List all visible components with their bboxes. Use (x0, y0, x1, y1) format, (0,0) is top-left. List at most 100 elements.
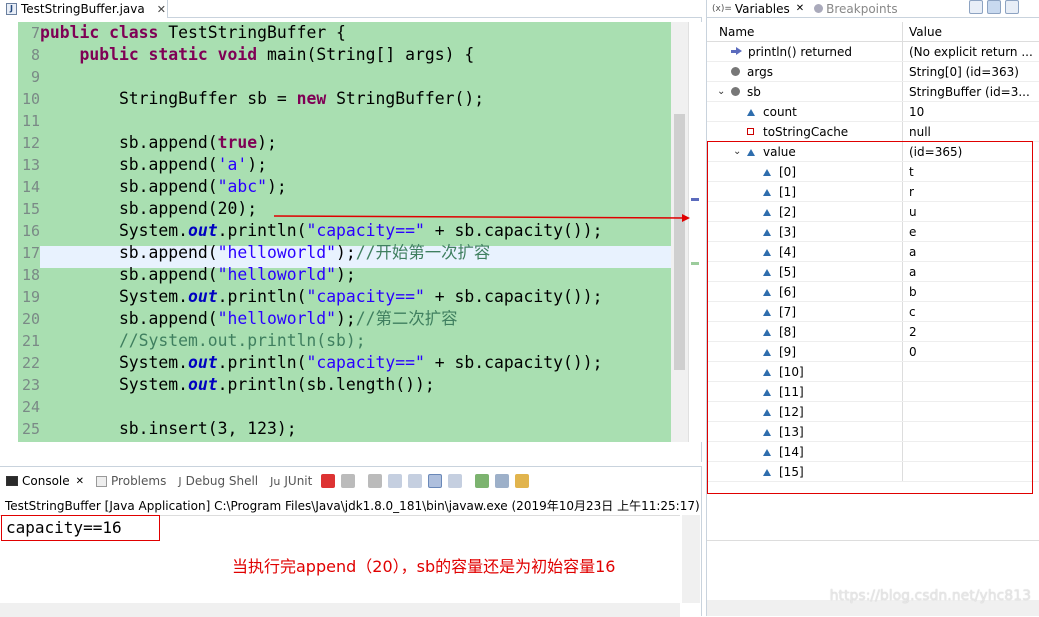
code-token: System. (40, 375, 189, 394)
view-menu-icon[interactable] (1023, 0, 1037, 14)
pin-console-icon[interactable] (475, 474, 490, 488)
value-array-highlight-box (707, 141, 1033, 494)
code-token: System. (40, 221, 189, 240)
tab-debug-shell-label: Debug Shell (185, 474, 259, 488)
line-number: 15 (21, 200, 40, 218)
code-line[interactable]: 20 sb.append("helloworld");//第二次扩容 (18, 308, 458, 330)
terminate-icon[interactable] (321, 474, 336, 488)
tab-debug-shell[interactable]: J Debug Shell (172, 467, 264, 495)
show-on-output-icon[interactable] (428, 474, 443, 488)
code-line[interactable]: 25 sb.insert(3, 123); (18, 418, 297, 440)
overview-marker[interactable] (691, 198, 699, 201)
line-number: 19 (21, 288, 40, 306)
tab-variables-label: Variables (734, 1, 790, 16)
variable-name: args (747, 64, 773, 79)
collapse-all-icon[interactable] (1005, 0, 1019, 14)
variables-toolbar (969, 0, 1037, 14)
variables-tab-bar: (x)= Variables ✕ Breakpoints (707, 0, 1039, 18)
debug-shell-icon: J (178, 474, 182, 488)
code-line[interactable]: 24 (18, 396, 40, 418)
code-token: out (188, 287, 218, 306)
code-token: sb.append( (40, 243, 218, 262)
code-editor[interactable]: 7public class TestStringBuffer {8 public… (18, 22, 671, 442)
show-logical-structure-icon[interactable] (987, 0, 1001, 14)
word-wrap-icon[interactable] (408, 474, 423, 488)
code-token: sb.append(20); (40, 199, 258, 218)
code-token: "helloworld" (217, 309, 337, 328)
code-token: ); (266, 177, 287, 196)
variable-row[interactable]: println() returned (No explicit return ..… (707, 42, 1039, 62)
column-name-header[interactable]: Name (707, 22, 903, 41)
problems-icon (96, 475, 108, 487)
code-line[interactable]: 13 sb.append('a'); (18, 154, 267, 176)
column-value-header[interactable]: Value (903, 22, 1039, 41)
editor-vertical-scrollbar[interactable] (671, 22, 688, 442)
code-token: main(String[] args) { (266, 45, 475, 64)
code-line[interactable]: 12 sb.append(true); (18, 132, 277, 154)
variables-icon: (x)= (712, 3, 732, 14)
clear-console-icon[interactable] (368, 474, 383, 488)
variable-value: String[0] (id=363) (909, 65, 1019, 79)
close-icon[interactable]: ✕ (796, 3, 804, 14)
code-line[interactable]: 16 System.out.println("capacity==" + sb.… (18, 220, 603, 242)
open-console-icon[interactable] (515, 474, 530, 488)
code-line[interactable]: 22 System.out.println("capacity==" + sb.… (18, 352, 603, 374)
variable-name: toStringCache (763, 124, 849, 139)
tab-breakpoints[interactable]: Breakpoints (809, 0, 902, 18)
code-line[interactable]: 7public class TestStringBuffer { (18, 22, 346, 44)
code-line[interactable]: 15 sb.append(20); (18, 198, 257, 220)
code-token: "helloworld" (217, 265, 337, 284)
line-number: 7 (30, 24, 40, 42)
close-icon[interactable]: ✕ (76, 476, 84, 487)
code-line[interactable]: 9 (18, 66, 40, 88)
line-number: 10 (21, 90, 40, 108)
line-number: 25 (21, 420, 40, 438)
variable-row[interactable]: count 10 (707, 102, 1039, 122)
overview-marker[interactable] (691, 262, 699, 265)
show-on-error-icon[interactable] (448, 474, 463, 488)
variable-row[interactable]: ⌄ sb StringBuffer (id=3... (707, 82, 1039, 102)
line-number: 8 (30, 46, 40, 64)
editor-scroll-thumb[interactable] (674, 114, 685, 370)
code-token: out (188, 353, 218, 372)
code-line[interactable]: 11 (18, 110, 40, 132)
code-token: 'a' (217, 155, 248, 174)
show-type-names-icon[interactable] (969, 0, 983, 14)
code-line[interactable]: 8 public static void main(String[] args)… (18, 44, 474, 66)
tab-console[interactable]: Console ✕ (0, 467, 91, 495)
code-token: ); (257, 133, 277, 152)
remove-launch-icon[interactable] (341, 474, 356, 488)
close-icon[interactable]: ✕ (157, 3, 166, 16)
code-line[interactable]: 14 sb.append("abc"); (18, 176, 287, 198)
junit-icon: Ju (270, 474, 281, 488)
code-line[interactable]: 23 System.out.println(sb.length()); (18, 374, 435, 396)
code-line[interactable]: 18 sb.append("helloworld"); (18, 264, 356, 286)
console-process-label: TestStringBuffer [Java Application] C:\P… (5, 499, 700, 513)
code-token: "capacity==" (306, 221, 425, 240)
code-line[interactable]: 10 StringBuffer sb = new StringBuffer(); (18, 88, 484, 110)
tab-junit[interactable]: Ju JUnit (264, 467, 318, 495)
code-token: ); (247, 155, 267, 174)
variable-name: sb (747, 84, 761, 99)
variable-row[interactable]: args String[0] (id=363) (707, 62, 1039, 82)
editor-tab[interactable]: J TestStringBuffer.java ✕ (0, 0, 168, 18)
code-line[interactable]: 21 //System.out.println(sb); (18, 330, 366, 352)
code-token: sb.append( (40, 155, 218, 174)
private-field-icon (747, 128, 754, 135)
code-line[interactable]: 17 sb.append("helloworld");//开始第一次扩容 (18, 242, 490, 264)
variable-name: println() returned (748, 44, 853, 59)
scroll-lock-icon[interactable] (388, 474, 403, 488)
variables-header: Name Value (707, 22, 1039, 42)
tab-problems[interactable]: Problems (90, 467, 172, 495)
expand-chevron-icon[interactable]: ⌄ (717, 82, 727, 101)
display-console-icon[interactable] (495, 474, 510, 488)
line-number: 22 (21, 354, 40, 372)
variable-row[interactable]: toStringCache null (707, 122, 1039, 142)
code-line[interactable]: 19 System.out.println("capacity==" + sb.… (18, 286, 603, 308)
code-token: + sb.capacity()); (424, 353, 603, 372)
console-vertical-scrollbar[interactable] (682, 515, 700, 603)
variable-value: StringBuffer (id=3... (909, 85, 1030, 99)
console-horizontal-scrollbar[interactable] (0, 603, 680, 617)
tab-variables[interactable]: (x)= Variables ✕ (707, 0, 809, 18)
code-token: sb.append( (40, 309, 218, 328)
